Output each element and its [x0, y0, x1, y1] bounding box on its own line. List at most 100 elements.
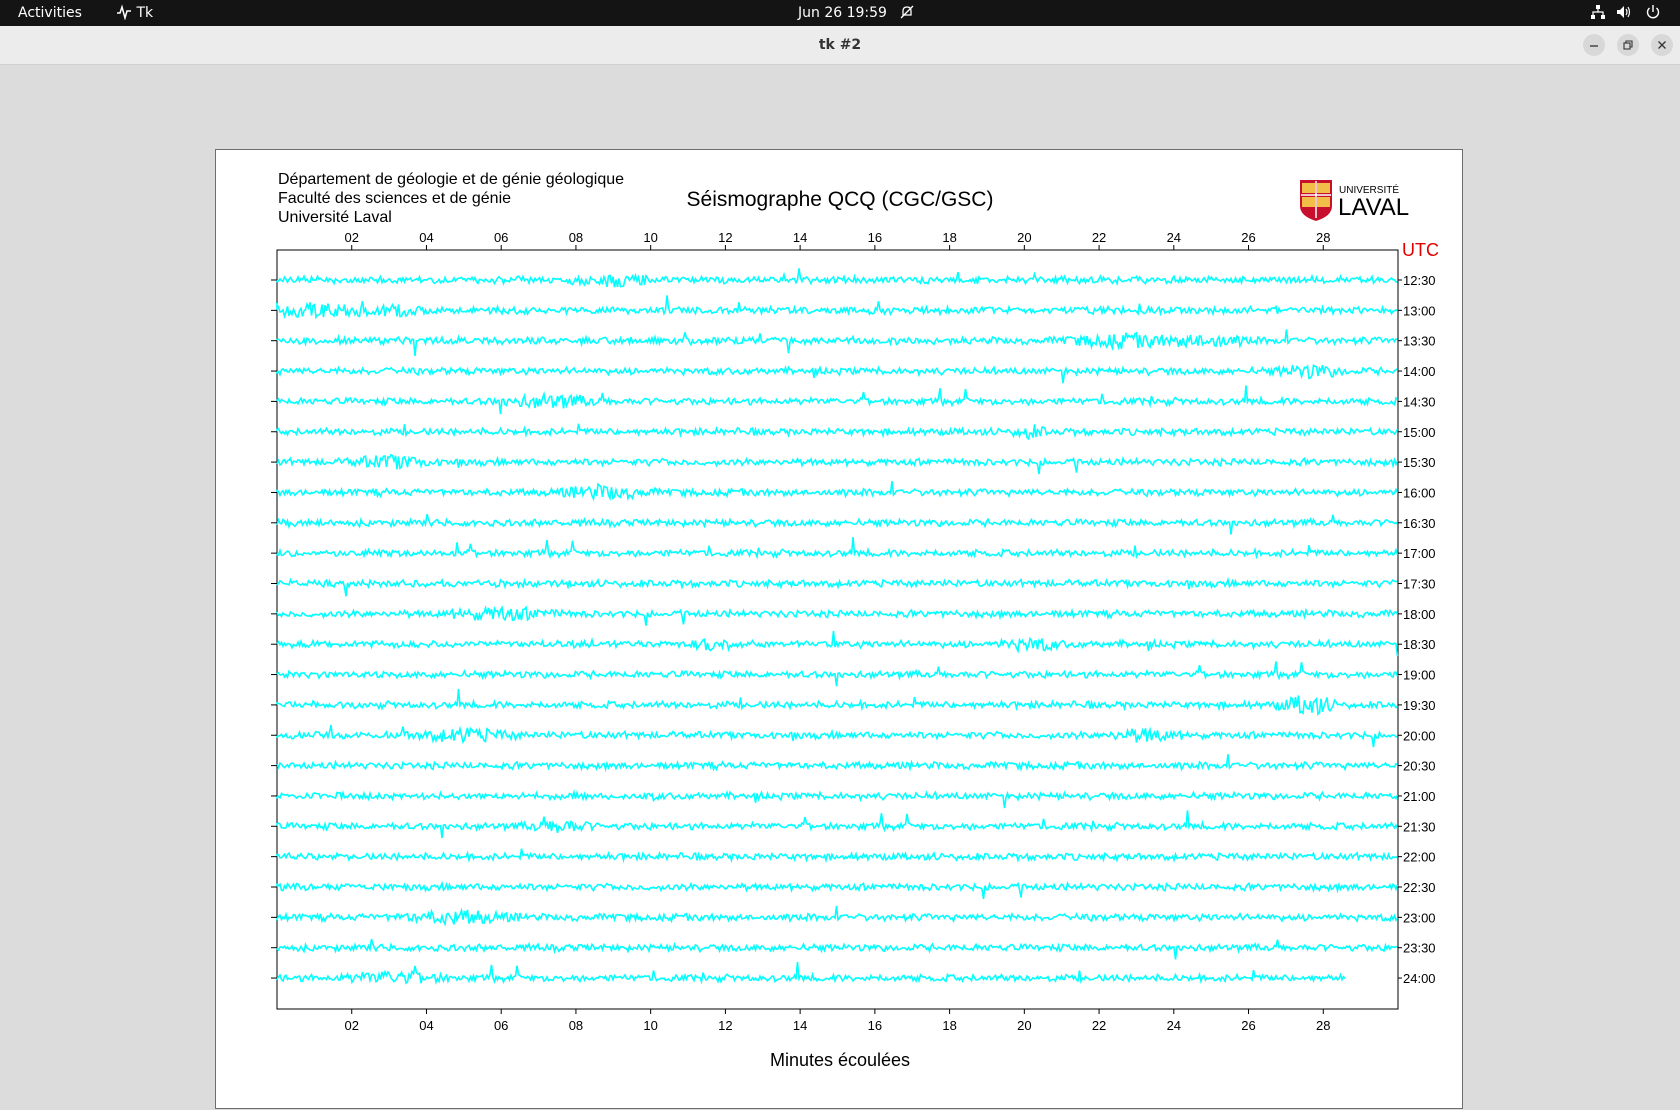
seismic-trace — [276, 661, 1399, 687]
x-tick-label-top: 16 — [868, 230, 882, 245]
close-icon — [1658, 41, 1666, 49]
utc-time-label: 18:30 — [1403, 637, 1436, 652]
utc-time-label: 16:00 — [1403, 485, 1436, 500]
app-menu[interactable]: Tk — [116, 0, 153, 26]
window-title: tk #2 — [818, 37, 862, 53]
seismic-trace — [276, 810, 1399, 839]
tk-app-icon — [117, 4, 131, 21]
seismic-trace — [276, 268, 1398, 288]
utc-time-label: 19:30 — [1403, 698, 1436, 713]
utc-time-label: 17:00 — [1403, 546, 1436, 561]
x-tick-label-bottom: 18 — [942, 1018, 956, 1033]
x-tick-label-bottom: 22 — [1092, 1018, 1106, 1033]
seismic-trace — [276, 848, 1398, 864]
power-icon[interactable] — [1645, 0, 1661, 26]
utc-time-label: 18:00 — [1403, 607, 1436, 622]
seismic-trace — [276, 724, 1398, 748]
x-tick-label-bottom: 12 — [718, 1018, 732, 1033]
utc-time-label: 22:30 — [1403, 880, 1436, 895]
x-axis-bottom: 02 04 06 08 10 12 14 16 18 20 22 24 26 28 — [344, 1009, 1331, 1033]
seismic-trace — [276, 630, 1399, 657]
x-tick-label-bottom: 14 — [793, 1018, 807, 1033]
x-tick-label-top: 18 — [942, 230, 956, 245]
x-tick-label-bottom: 08 — [569, 1018, 583, 1033]
seismic-trace — [276, 453, 1399, 475]
seismic-trace — [276, 604, 1399, 626]
seismic-trace — [276, 789, 1399, 809]
window-content: Département de géologie et de génie géol… — [0, 65, 1680, 1109]
x-tick-label-bottom: 16 — [868, 1018, 882, 1033]
notifications-muted-icon[interactable] — [900, 0, 914, 26]
x-tick-label-top: 08 — [569, 230, 583, 245]
utc-time-label: 16:30 — [1403, 516, 1436, 531]
utc-time-label: 19:00 — [1403, 668, 1436, 683]
network-icon[interactable] — [1590, 0, 1606, 26]
utc-time-label: 17:30 — [1403, 577, 1436, 592]
utc-time-label: 13:30 — [1403, 334, 1436, 349]
utc-time-label: 24:00 — [1403, 971, 1436, 986]
seismic-trace — [276, 537, 1399, 560]
seismic-trace — [276, 423, 1399, 441]
x-tick-label-bottom: 10 — [643, 1018, 657, 1033]
minimize-icon — [1590, 45, 1598, 47]
x-tick-label-bottom: 28 — [1316, 1018, 1330, 1033]
utc-time-label: 13:00 — [1403, 303, 1436, 318]
x-tick-label-top: 12 — [718, 230, 732, 245]
x-tick-label-bottom: 24 — [1167, 1018, 1181, 1033]
plot-frame — [276, 249, 1399, 1010]
seismic-trace — [276, 513, 1398, 535]
x-axis-top: 02 04 06 08 10 12 14 16 18 20 22 24 26 28 — [344, 230, 1331, 250]
utc-time-label: 21:00 — [1403, 789, 1436, 804]
utc-time-label: 20:00 — [1403, 728, 1436, 743]
x-axis-label: Minutes écoulées — [770, 1050, 910, 1070]
clock[interactable]: Jun 26 19:59 — [798, 0, 887, 26]
x-tick-label-top: 28 — [1316, 230, 1330, 245]
utc-time-label: 12:30 — [1403, 273, 1436, 288]
utc-label: UTC — [1402, 240, 1439, 260]
seismic-trace — [276, 938, 1398, 960]
x-tick-label-top: 22 — [1092, 230, 1106, 245]
seismic-trace — [276, 576, 1398, 597]
close-button[interactable] — [1651, 34, 1673, 56]
utc-time-label: 21:30 — [1403, 819, 1436, 834]
seismic-trace — [276, 961, 1346, 985]
seismic-trace — [276, 688, 1399, 717]
x-tick-label-top: 24 — [1167, 230, 1181, 245]
activities-button[interactable]: Activities — [18, 0, 82, 26]
seismic-trace — [276, 481, 1399, 502]
top-bar: Activities Tk Jun 26 19:59 — [0, 0, 1680, 26]
seismic-trace — [276, 880, 1399, 900]
seismic-trace — [276, 385, 1399, 415]
volume-icon[interactable] — [1616, 0, 1632, 26]
utc-time-label: 14:30 — [1403, 394, 1436, 409]
window-titlebar[interactable]: tk #2 — [0, 26, 1680, 65]
x-tick-label-bottom: 20 — [1017, 1018, 1031, 1033]
utc-time-label: 20:30 — [1403, 759, 1436, 774]
y-axis-right-labels: 12:30 13:00 13:30 14:00 14:30 15:00 15:30 16:00… — [1403, 273, 1436, 986]
app-name: Tk — [136, 5, 154, 21]
x-tick-label-bottom: 26 — [1241, 1018, 1255, 1033]
utc-time-label: 14:00 — [1403, 364, 1436, 379]
utc-time-label: 23:00 — [1403, 910, 1436, 925]
x-tick-label-bottom: 06 — [494, 1018, 508, 1033]
seismic-trace — [276, 905, 1399, 927]
x-tick-label-top: 06 — [494, 230, 508, 245]
utc-time-label: 23:30 — [1403, 941, 1436, 956]
x-tick-label-top: 02 — [344, 230, 358, 245]
restore-icon — [1623, 40, 1633, 50]
x-tick-label-bottom: 02 — [344, 1018, 358, 1033]
utc-time-label: 15:30 — [1403, 455, 1436, 470]
x-tick-label-top: 10 — [643, 230, 657, 245]
x-tick-label-top: 26 — [1241, 230, 1255, 245]
y-axis-left-ticks — [271, 279, 1402, 979]
x-tick-label-top: 20 — [1017, 230, 1031, 245]
seismogram-canvas: Département de géologie et de génie géol… — [215, 149, 1463, 1109]
seismic-trace — [276, 329, 1398, 356]
maximize-button[interactable] — [1617, 34, 1639, 56]
utc-time-label: 15:00 — [1403, 425, 1436, 440]
x-tick-label-top: 14 — [793, 230, 807, 245]
seismogram-plot: 02 04 06 08 10 12 14 16 18 20 22 24 26 28 02 04 06 08 10 1… — [271, 230, 1439, 1070]
x-tick-label-bottom: 04 — [419, 1018, 433, 1033]
minimize-button[interactable] — [1583, 34, 1605, 56]
trace-group — [276, 268, 1399, 985]
